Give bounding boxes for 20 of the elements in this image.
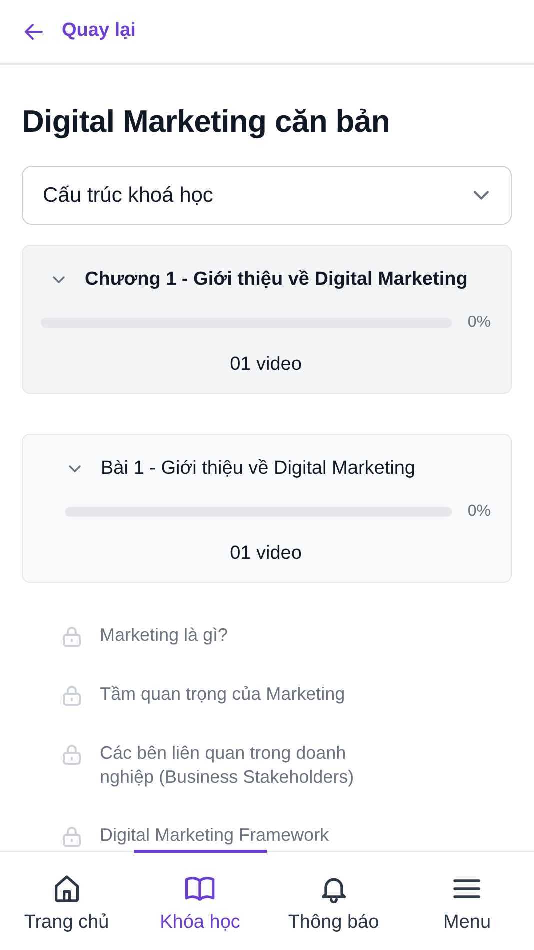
lesson-title: Bài 1 - Giới thiệu về Digital Marketing — [101, 457, 416, 482]
lesson-item[interactable]: Các bên liên quan trong doanh nghiệp (Business Stakeholders) — [100, 741, 400, 790]
lesson-card[interactable]: Bài 1 - Giới thiệu về Digital Marketing 0% 01 video — [22, 434, 512, 584]
nav-tab[interactable]: Khóa học — [134, 850, 267, 950]
nav-tab[interactable]: Thông báo — [267, 850, 400, 950]
progress-percent: 0% — [468, 312, 491, 333]
lesson-item[interactable]: Marketing là gì? — [100, 623, 228, 650]
video-count: 01 video — [229, 542, 303, 566]
nav-tab[interactable]: Trang chủ — [0, 850, 134, 950]
chevron-down-icon — [474, 191, 489, 200]
nav-tab[interactable]: Menu — [400, 850, 534, 950]
chapter-card[interactable]: Chương 1 - Giới thiệu về Digital Marketing 0% 01 video — [22, 245, 512, 394]
lesson-item[interactable]: Tầm quan trọng của Marketing — [100, 682, 346, 708]
structure-select[interactable]: Cấu trúc khoá học — [22, 166, 512, 226]
lesson-item[interactable]: Digital Marketing Framework — [100, 822, 330, 849]
page-title: Digital Marketing căn bản — [22, 103, 392, 140]
video-count: 01 video — [229, 352, 303, 377]
progress-percent: 0% — [468, 502, 491, 522]
chapter-title: Chương 1 - Giới thiệu về Digital Marketing — [85, 268, 468, 292]
back-link[interactable]: Quay lại — [22, 17, 136, 46]
